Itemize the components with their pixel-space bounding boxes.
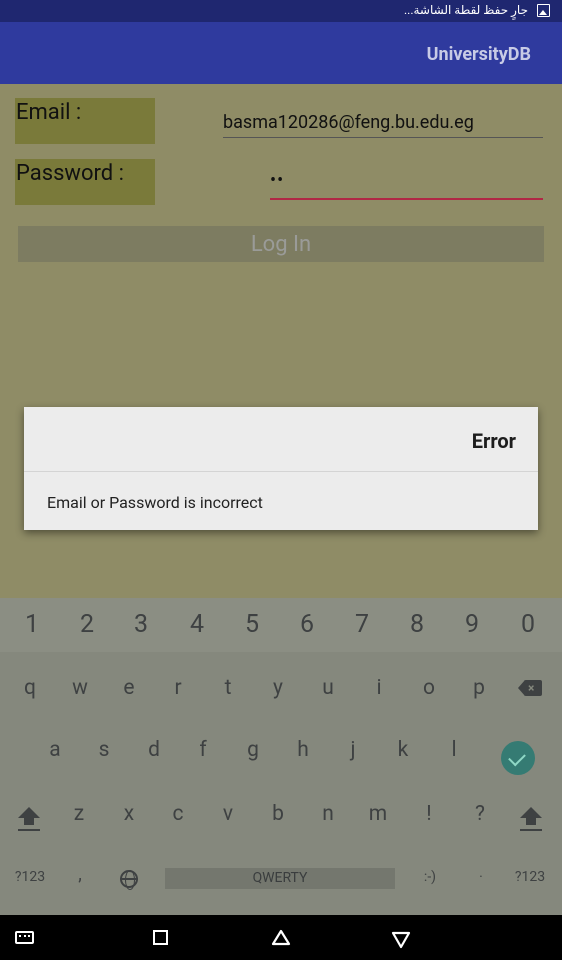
key-a[interactable]: a xyxy=(35,738,75,762)
key-m[interactable]: m xyxy=(358,802,398,826)
key-g[interactable]: g xyxy=(233,738,273,762)
key-7[interactable]: 7 xyxy=(342,610,382,639)
shift-stem xyxy=(526,818,536,825)
dialog-divider xyxy=(24,471,538,472)
key-2[interactable]: 2 xyxy=(67,610,107,639)
shift-stem xyxy=(24,818,34,825)
key-k[interactable]: k xyxy=(383,738,423,762)
key-4[interactable]: 4 xyxy=(177,610,217,639)
dialog-message: Email or Password is incorrect xyxy=(47,493,263,512)
space-bar[interactable]: QWERTY xyxy=(165,868,395,889)
key-question[interactable]: ? xyxy=(460,802,500,826)
shift-arrow xyxy=(520,807,542,818)
key-j[interactable]: j xyxy=(333,738,373,762)
app-bar: UniversityDB xyxy=(0,22,562,84)
shift-line xyxy=(18,829,40,831)
symbols-key-right[interactable]: ?123 xyxy=(510,869,550,885)
login-button[interactable]: Log In xyxy=(18,226,544,262)
key-i[interactable]: i xyxy=(359,676,399,700)
dialog-title: Error xyxy=(471,429,516,453)
symbols-key-left[interactable]: ?123 xyxy=(10,869,50,885)
password-label: Password : xyxy=(15,159,155,205)
key-y[interactable]: y xyxy=(258,676,298,700)
app-title: UniversityDB xyxy=(426,44,531,65)
shift-left-icon[interactable] xyxy=(14,803,44,833)
email-label: Email : xyxy=(15,98,155,144)
key-5[interactable]: 5 xyxy=(232,610,272,639)
key-e[interactable]: e xyxy=(109,676,149,700)
navigation-bar xyxy=(0,915,562,960)
back-icon[interactable] xyxy=(391,930,411,950)
key-0[interactable]: 0 xyxy=(508,610,548,639)
key-s[interactable]: s xyxy=(84,738,124,762)
comma-key[interactable]: , xyxy=(60,864,100,885)
key-o[interactable]: o xyxy=(409,676,449,700)
status-bar: جارٍ حفظ لقطة الشاشة... xyxy=(0,0,562,22)
error-dialog: Error Email or Password is incorrect xyxy=(24,407,538,530)
key-v[interactable]: v xyxy=(208,802,248,826)
key-c[interactable]: c xyxy=(158,802,198,826)
key-u[interactable]: u xyxy=(308,676,348,700)
home-icon[interactable] xyxy=(271,927,291,947)
backspace-key[interactable]: × xyxy=(518,680,542,696)
key-x[interactable]: x xyxy=(109,802,149,826)
email-field[interactable]: basma120286@feng.bu.edu.eg xyxy=(223,112,543,138)
key-f[interactable]: f xyxy=(183,738,223,762)
shift-arrow xyxy=(18,807,40,818)
key-n[interactable]: n xyxy=(308,802,348,826)
enter-key-checkmark-icon[interactable] xyxy=(501,741,535,775)
backspace-x-icon: × xyxy=(528,681,535,695)
image-icon xyxy=(537,4,550,17)
key-6[interactable]: 6 xyxy=(287,610,327,639)
key-d[interactable]: d xyxy=(134,738,174,762)
shift-right-icon[interactable] xyxy=(516,803,546,833)
recents-icon[interactable] xyxy=(153,930,168,945)
period-key[interactable]: · xyxy=(461,869,501,885)
key-b[interactable]: b xyxy=(258,802,298,826)
key-q[interactable]: q xyxy=(10,676,50,700)
key-h[interactable]: h xyxy=(283,738,323,762)
password-field[interactable]: •• xyxy=(270,170,543,200)
key-z[interactable]: z xyxy=(59,802,99,826)
key-p[interactable]: p xyxy=(459,676,499,700)
key-1[interactable]: 1 xyxy=(12,610,52,639)
shift-line xyxy=(520,829,542,831)
key-3[interactable]: 3 xyxy=(121,610,161,639)
keyboard-switch-icon[interactable] xyxy=(15,931,34,944)
number-row: 1 2 3 4 5 6 7 8 9 0 xyxy=(0,598,562,652)
emoticon-key[interactable]: :-) xyxy=(410,869,450,885)
soft-keyboard: 1 2 3 4 5 6 7 8 9 0 q w e r t y u i o p … xyxy=(0,598,562,915)
key-l[interactable]: l xyxy=(434,738,474,762)
key-r[interactable]: r xyxy=(158,676,198,700)
key-exclamation[interactable]: ! xyxy=(409,802,449,826)
notification-text: جارٍ حفظ لقطة الشاشة... xyxy=(403,3,528,17)
key-9[interactable]: 9 xyxy=(452,610,492,639)
globe-icon[interactable] xyxy=(120,870,138,890)
key-w[interactable]: w xyxy=(60,676,100,700)
key-8[interactable]: 8 xyxy=(397,610,437,639)
key-t[interactable]: t xyxy=(208,676,248,700)
